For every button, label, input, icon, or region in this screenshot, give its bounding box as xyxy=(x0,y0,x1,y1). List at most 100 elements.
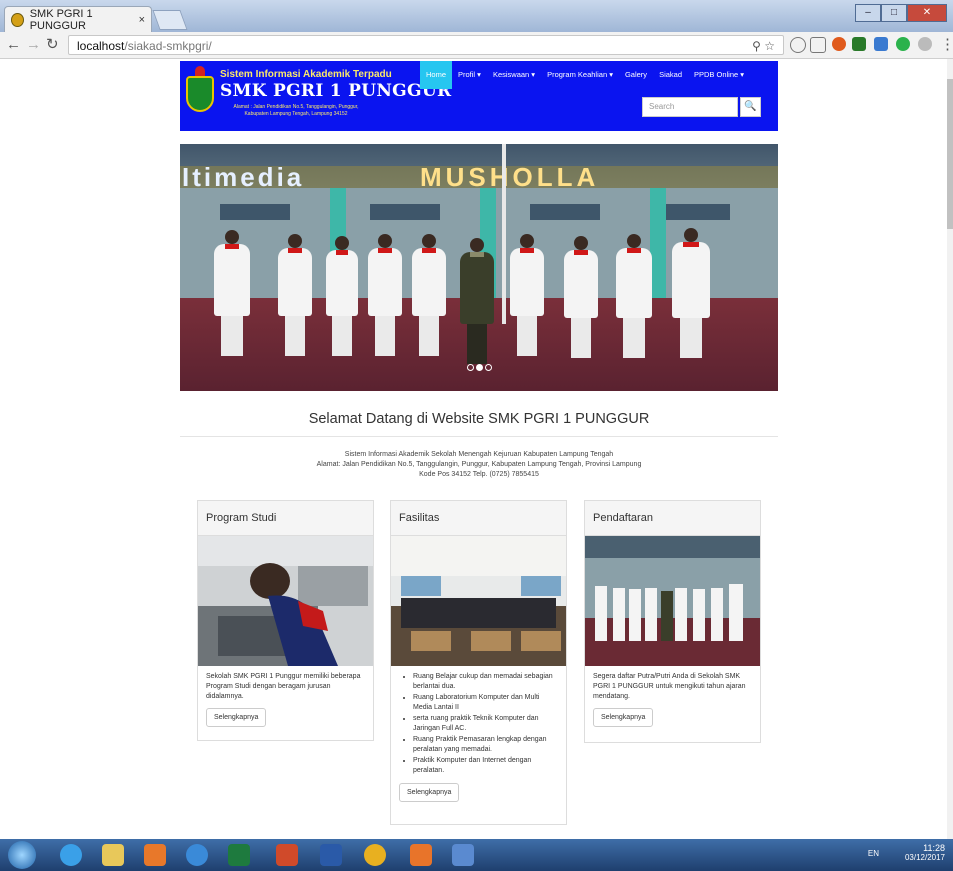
person-figure xyxy=(326,236,358,356)
person-figure xyxy=(510,234,544,356)
menu-item-program-keahlian[interactable]: Program Keahlian ▾ xyxy=(541,61,619,89)
carousel-indicators xyxy=(466,364,493,371)
menu-item-home[interactable]: Home xyxy=(420,61,453,89)
selengkapnya-button[interactable]: Selengkapnya xyxy=(593,708,654,727)
browser-toolbar: ← → ↻ ⓘlocalhost/siakad-smkpgri/ ⚲ ☆ ⋮ xyxy=(0,32,953,435)
page-scrollbar[interactable] xyxy=(947,59,953,839)
card-image xyxy=(585,536,760,666)
carousel-indicator[interactable] xyxy=(485,364,492,371)
file-explorer-icon[interactable] xyxy=(102,844,124,866)
menu-dots-icon[interactable]: ⋮ xyxy=(940,36,953,54)
window-controls: – □ ✕ xyxy=(855,4,947,22)
registration-group-image xyxy=(585,536,760,666)
computer-lab-image xyxy=(391,536,566,666)
carousel-indicator[interactable] xyxy=(476,364,483,371)
list-item: Praktik Komputer dan Internet dengan per… xyxy=(413,756,558,776)
extension-icon[interactable] xyxy=(810,37,826,53)
web-page: Sistem Informasi Akademik Terpadu SMK PG… xyxy=(0,59,953,839)
os-taskbar: EN 11:28 03/12/2017 xyxy=(0,839,953,871)
site-header: Sistem Informasi Akademik Terpadu SMK PG… xyxy=(180,61,778,131)
list-item: Ruang Praktik Pemasaran lengkap dengan p… xyxy=(413,735,558,755)
search-input[interactable]: Search xyxy=(642,97,738,117)
divider xyxy=(180,436,778,437)
excel-icon[interactable] xyxy=(228,844,250,866)
menu-item-profil[interactable]: Profil ▾ xyxy=(452,61,487,89)
extension-icon[interactable] xyxy=(790,37,806,53)
extension-icon[interactable] xyxy=(896,37,910,51)
person-figure xyxy=(412,234,446,356)
back-arrow-icon[interactable]: ← xyxy=(6,36,21,54)
app-icon[interactable] xyxy=(452,844,474,866)
card-title: Fasilitas xyxy=(391,501,566,536)
extension-icon[interactable] xyxy=(918,37,932,51)
extension-icon[interactable] xyxy=(852,37,866,51)
school-logo[interactable] xyxy=(186,66,214,122)
start-button[interactable] xyxy=(8,841,36,869)
close-window-button[interactable]: ✕ xyxy=(907,4,947,22)
list-item: Ruang Belajar cukup dan memadai sebagian… xyxy=(413,672,558,692)
new-tab-button[interactable] xyxy=(152,10,188,30)
person-figure xyxy=(564,236,598,358)
language-indicator[interactable]: EN xyxy=(868,849,879,858)
clock-time: 11:28 xyxy=(923,843,945,853)
facility-list: Ruang Belajar cukup dan memadai sebagian… xyxy=(391,666,566,776)
list-item: serta ruang praktik Teknik Komputer dan … xyxy=(413,714,558,734)
selengkapnya-button[interactable]: Selengkapnya xyxy=(399,783,460,802)
url-path: /siakad-smkpgri/ xyxy=(124,39,212,53)
browser-titlebar: SMK PGRI 1 PUNGGUR × – □ ✕ xyxy=(0,0,953,32)
card-image xyxy=(198,536,373,666)
minimize-button[interactable]: – xyxy=(855,4,881,22)
skype-icon[interactable] xyxy=(186,844,208,866)
school-info: Sistem Informasi Akademik Sekolah Meneng… xyxy=(180,450,778,480)
person-figure xyxy=(368,234,402,356)
card-image xyxy=(391,536,566,666)
powerpoint-icon[interactable] xyxy=(276,844,298,866)
list-item: Ruang Laboratorium Komputer dan Multi Me… xyxy=(413,693,558,713)
app-icon[interactable] xyxy=(410,844,432,866)
zoom-icon[interactable]: ⚲ xyxy=(752,39,761,53)
media-player-icon[interactable] xyxy=(144,844,166,866)
brand-tagline: Sistem Informasi Akademik Terpadu xyxy=(220,69,392,80)
forward-arrow-icon[interactable]: → xyxy=(26,36,41,54)
search-button[interactable]: 🔍 xyxy=(740,97,761,117)
internet-explorer-icon[interactable] xyxy=(60,844,82,866)
person-figure xyxy=(616,234,652,358)
info-line: Alamat: Jalan Pendidikan No.5, Tanggulan… xyxy=(316,461,642,468)
word-icon[interactable] xyxy=(320,844,342,866)
welcome-title: Selamat Datang di Website SMK PGRI 1 PUN… xyxy=(308,411,650,427)
address-bar[interactable]: ⓘlocalhost/siakad-smkpgri/ ⚲ ☆ xyxy=(68,35,784,435)
reload-icon[interactable]: ↻ xyxy=(46,36,59,54)
card-title: Program Studi xyxy=(198,501,373,536)
hero-carousel[interactable]: Itimedia MUSHOLLA xyxy=(180,144,778,391)
extension-icon[interactable] xyxy=(874,37,888,51)
card-fasilitas: Fasilitas Ruang Belajar cukup dan memada… xyxy=(390,500,567,825)
card-text: Segera daftar Putra/Putri Anda di Sekola… xyxy=(593,673,746,700)
person-figure xyxy=(672,228,710,358)
tab-close-icon[interactable]: × xyxy=(139,14,145,26)
brand-address: Alamat : Jalan Pendidikan No.5, Tanggula… xyxy=(233,104,359,117)
main-menu: Home Profil ▾ Kesiswaan ▾ Program Keahli… xyxy=(420,61,750,89)
menu-item-ppdb-online[interactable]: PPDB Online ▾ xyxy=(688,61,750,89)
selengkapnya-button[interactable]: Selengkapnya xyxy=(206,708,267,727)
card-title: Pendaftaran xyxy=(585,501,760,536)
menu-item-kesiswaan[interactable]: Kesiswaan ▾ xyxy=(487,61,541,89)
person-figure xyxy=(214,230,250,356)
bookmark-star-icon[interactable]: ☆ xyxy=(764,39,775,53)
site-favicon-icon xyxy=(11,12,24,27)
system-clock[interactable]: 11:28 03/12/2017 xyxy=(905,843,945,862)
maximize-button[interactable]: □ xyxy=(881,4,907,22)
chrome-icon[interactable] xyxy=(364,844,386,866)
extension-icon[interactable] xyxy=(832,37,846,51)
card-program-studi: Program Studi Sekolah SMK PGRI 1 Punggur… xyxy=(197,500,374,741)
browser-tab[interactable]: SMK PGRI 1 PUNGGUR × xyxy=(4,6,152,32)
carousel-indicator[interactable] xyxy=(467,364,474,371)
info-line: Kode Pos 34152 Telp. (0725) 7855415 xyxy=(419,471,539,478)
card-pendaftaran: Pendaftaran Segera daftar Putra/Putri An… xyxy=(584,500,761,743)
tab-title: SMK PGRI 1 PUNGGUR xyxy=(29,7,93,32)
student-workshop-image xyxy=(198,536,373,666)
search-icon: 🔍 xyxy=(744,101,757,112)
menu-item-galery[interactable]: Galery xyxy=(619,61,653,89)
person-figure xyxy=(460,238,494,364)
info-line: Sistem Informasi Akademik Sekolah Meneng… xyxy=(344,451,614,458)
menu-item-siakad[interactable]: Siakad xyxy=(653,61,688,89)
